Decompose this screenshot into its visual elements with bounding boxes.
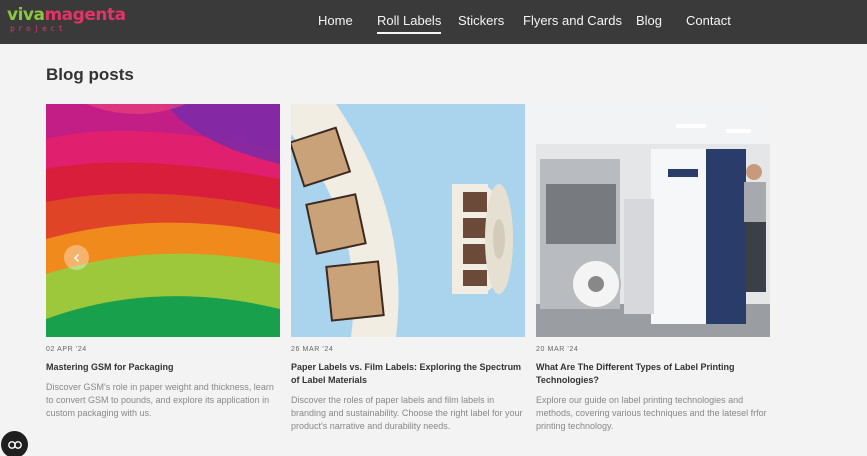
label-printer-illustration xyxy=(536,104,770,337)
nav-stickers[interactable]: Stickers xyxy=(458,13,504,28)
post-excerpt: Discover GSM's role in paper weight and … xyxy=(46,382,274,418)
main-nav: Home Roll Labels Stickers Flyers and Car… xyxy=(0,0,867,44)
nav-home[interactable]: Home xyxy=(318,13,353,28)
page-title: Blog posts xyxy=(46,65,134,84)
top-navigation-bar: vivamagenta project Home Roll Labels Sti… xyxy=(0,0,867,44)
post-excerpt: Explore our guide on label printing tech… xyxy=(536,395,767,431)
post-title[interactable]: What Are The Different Types of Label Pr… xyxy=(536,361,770,387)
label-rolls-illustration xyxy=(291,104,525,337)
blog-card[interactable]: 20 MAR '24 What Are The Different Types … xyxy=(536,104,770,433)
post-image-label-rolls[interactable] xyxy=(291,104,525,337)
colored-paper-illustration xyxy=(46,104,280,337)
nav-contact[interactable]: Contact xyxy=(686,13,731,28)
post-image-label-printer[interactable] xyxy=(536,104,770,337)
post-date: 26 MAR '24 xyxy=(291,346,334,353)
blog-card[interactable]: 26 MAR '24 Paper Labels vs. Film Labels:… xyxy=(291,104,525,433)
slider-prev-button[interactable] xyxy=(64,245,89,270)
nav-blog[interactable]: Blog xyxy=(636,13,662,28)
nav-roll-labels[interactable]: Roll Labels xyxy=(377,13,442,34)
cookie-settings-icon xyxy=(7,440,22,449)
post-title[interactable]: Paper Labels vs. Film Labels: Exploring … xyxy=(291,361,525,387)
nav-flyers-and-cards[interactable]: Flyers and Cards xyxy=(523,13,622,28)
cookie-settings-button[interactable] xyxy=(1,431,28,456)
post-title[interactable]: Mastering GSM for Packaging xyxy=(46,361,280,374)
post-image-colored-paper[interactable] xyxy=(46,104,280,337)
chevron-left-icon xyxy=(73,253,79,262)
post-excerpt: Discover the roles of paper labels and f… xyxy=(291,395,523,431)
post-date: 02 APR '24 xyxy=(46,346,87,353)
post-date: 20 MAR '24 xyxy=(536,346,579,353)
